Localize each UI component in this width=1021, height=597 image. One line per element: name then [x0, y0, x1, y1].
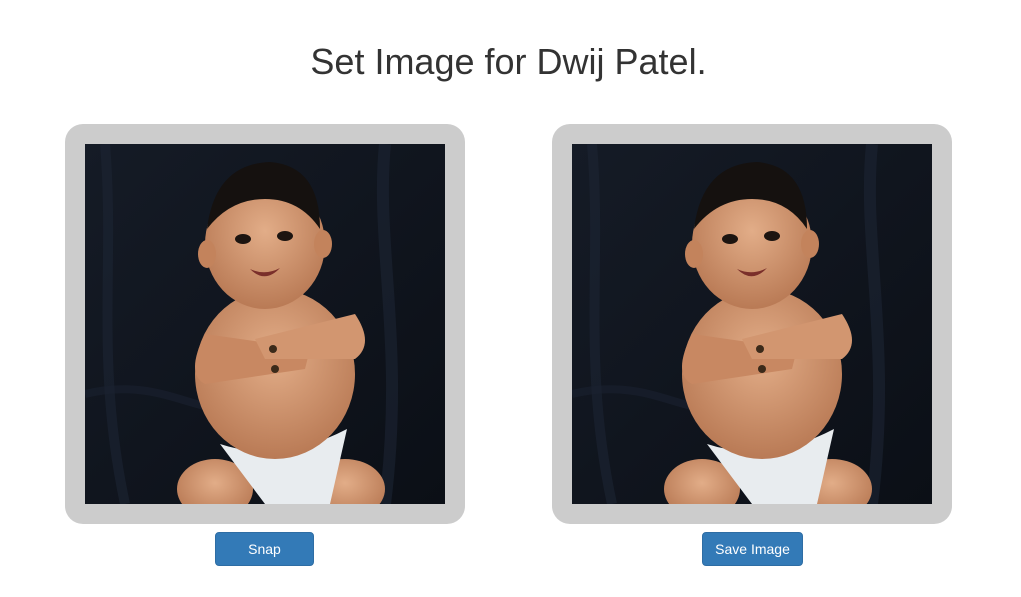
captured-frame: [552, 124, 952, 524]
save-image-button[interactable]: Save Image: [702, 532, 803, 566]
camera-frame: [65, 124, 465, 524]
snap-photo-button[interactable]: Snap Photo: [215, 532, 314, 589]
captured-image: [572, 144, 932, 504]
camera-preview-image: [85, 144, 445, 504]
page-title: Set Image for Dwij Patel.: [310, 41, 707, 82]
